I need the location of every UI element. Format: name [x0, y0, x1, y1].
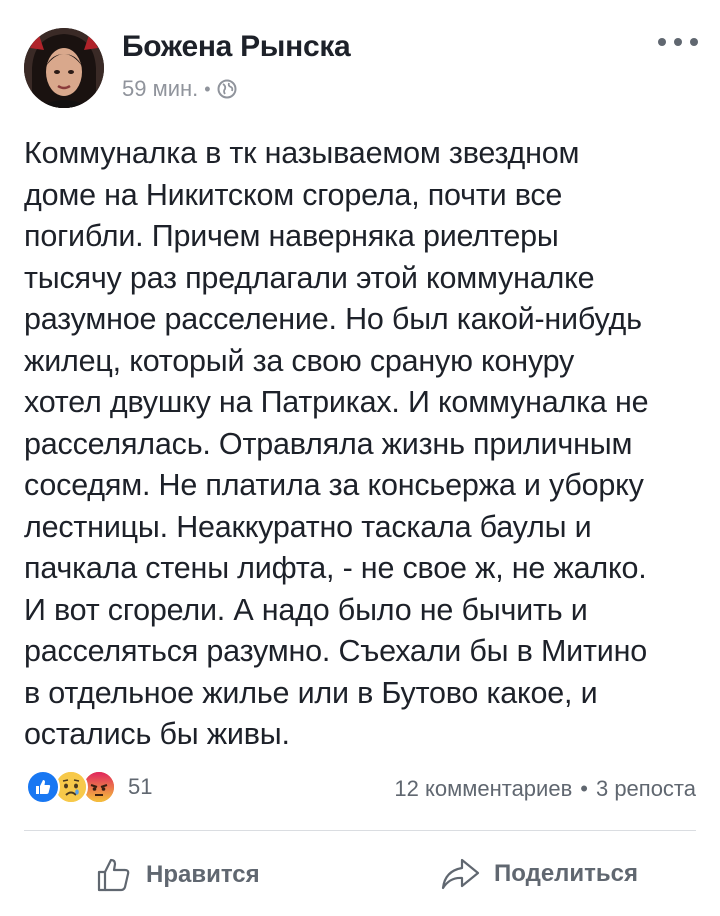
author-name[interactable]: Божена Рынска	[122, 30, 351, 64]
post-time[interactable]: 59 мин.	[122, 76, 198, 102]
post-text: Коммуналка в тк называемом звездном доме…	[24, 136, 649, 751]
comments-count[interactable]: 12 комментариев	[394, 776, 572, 802]
reactions-summary[interactable]: 51	[26, 770, 152, 804]
thumbs-up-icon	[97, 858, 130, 892]
dot	[690, 38, 698, 46]
avatar[interactable]	[24, 28, 104, 108]
more-icon[interactable]	[658, 34, 698, 50]
shares-count[interactable]: 3 репоста	[596, 776, 696, 802]
globe-icon	[217, 79, 237, 99]
share-arrow-icon	[441, 858, 480, 890]
share-label: Поделиться	[494, 860, 639, 887]
like-label: Нравится	[146, 861, 260, 888]
facebook-post: Божена Рынска 59 мин. • Коммуналка в тк …	[0, 0, 720, 916]
share-button[interactable]: Поделиться	[440, 857, 638, 891]
divider	[24, 830, 696, 831]
meta-separator: •	[204, 78, 211, 99]
dot	[674, 38, 682, 46]
like-reaction-icon	[26, 770, 60, 804]
dot	[658, 38, 666, 46]
like-button[interactable]: Нравится	[96, 857, 260, 893]
post-meta: 59 мин. •	[122, 76, 237, 102]
avatar-photo	[24, 28, 104, 108]
stats-separator: •	[580, 776, 588, 801]
post-stats: 12 комментариев • 3 репоста	[394, 776, 696, 802]
reaction-count: 51	[128, 774, 153, 799]
